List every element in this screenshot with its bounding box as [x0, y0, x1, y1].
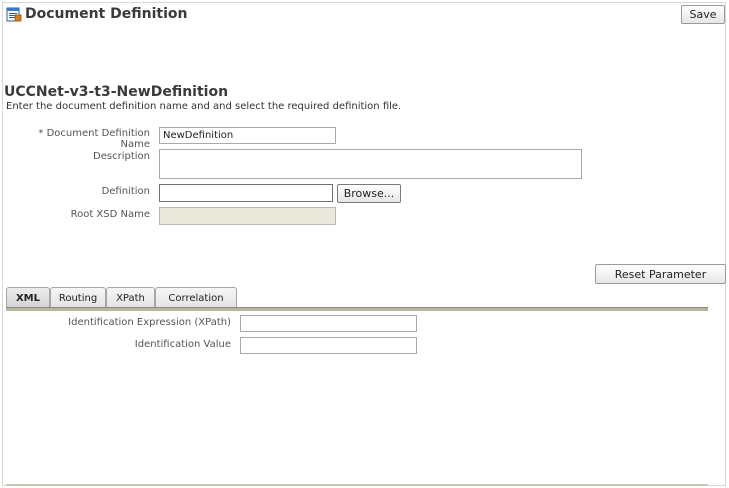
id-expression-label: Identification Expression (XPath) [68, 317, 231, 328]
save-button[interactable]: Save [681, 5, 725, 24]
tab-routing[interactable]: Routing [50, 287, 106, 308]
browse-button[interactable]: Browse... [337, 184, 401, 203]
tab-xpath[interactable]: XPath [106, 287, 155, 308]
definition-label: Definition [101, 186, 150, 197]
page-title: Document Definition [25, 6, 188, 22]
name-label: * Document Definition Name [38, 128, 150, 150]
definition-name-input[interactable] [159, 127, 336, 144]
instructions-text: Enter the document definition name and a… [6, 101, 402, 112]
page-header: Document Definition [6, 4, 187, 24]
description-label: Description [93, 151, 150, 162]
id-expression-input[interactable] [240, 315, 417, 332]
main-panel [2, 2, 726, 486]
tab-correlation[interactable]: Correlation [155, 287, 237, 308]
bottom-divider [6, 484, 708, 486]
tab-bar: XML Routing XPath Correlation [6, 287, 708, 308]
tab-xml[interactable]: XML [6, 287, 50, 308]
document-definition-icon [6, 7, 22, 22]
id-value-input[interactable] [240, 337, 417, 354]
description-textarea[interactable] [159, 149, 582, 179]
definition-file-input[interactable] [159, 184, 333, 202]
tab-divider [6, 307, 708, 311]
id-value-label: Identification Value [134, 339, 231, 350]
definition-title: UCCNet-v3-t3-NewDefinition [4, 84, 229, 100]
root-xsd-label: Root XSD Name [70, 209, 150, 220]
reset-parameter-button[interactable]: Reset Parameter [595, 264, 726, 284]
root-xsd-input [159, 207, 336, 225]
